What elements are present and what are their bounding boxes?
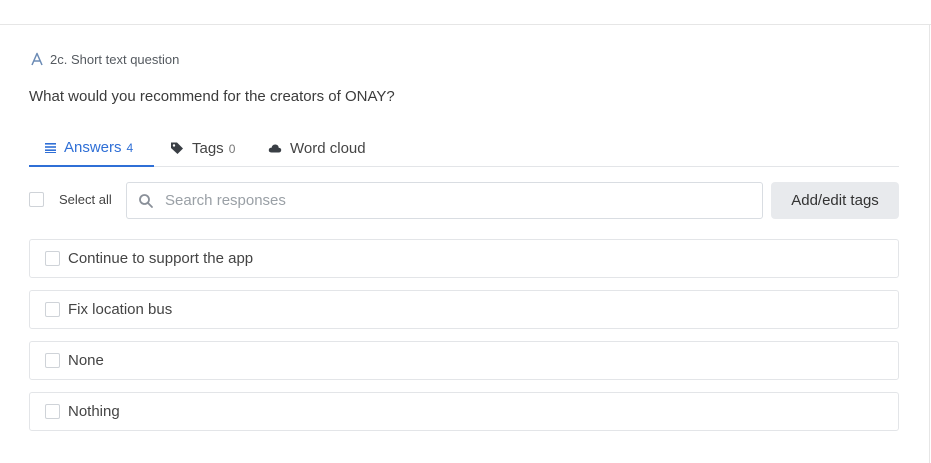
right-divider (929, 25, 930, 463)
search-box (126, 182, 763, 219)
list-item[interactable]: Continue to support the app (29, 239, 899, 278)
tab-word-cloud-label: Word cloud (290, 139, 366, 157)
answer-checkbox[interactable] (45, 404, 60, 419)
tab-answers-label: Answers (64, 138, 122, 156)
tab-answers[interactable]: Answers 4 (29, 129, 154, 167)
text-a-icon (30, 52, 44, 66)
answer-checkbox[interactable] (45, 302, 60, 317)
select-all-label: Select all (59, 192, 112, 207)
answer-text: Nothing (68, 403, 120, 420)
list-item[interactable]: None (29, 341, 899, 380)
tab-word-cloud[interactable]: Word cloud (268, 129, 366, 167)
select-all-checkbox[interactable] (29, 192, 44, 207)
add-edit-tags-button[interactable]: Add/edit tags (771, 182, 899, 219)
tab-tags-label: Tags (192, 139, 224, 157)
question-type: 2c. Short text question (30, 50, 179, 68)
top-divider (0, 24, 931, 25)
list-item[interactable]: Nothing (29, 392, 899, 431)
search-input[interactable] (165, 192, 745, 209)
cloud-icon (268, 144, 282, 153)
answer-text: Continue to support the app (68, 250, 254, 267)
answers-list: Continue to support the app Fix location… (29, 239, 899, 443)
tab-tags[interactable]: Tags 0 (170, 129, 235, 167)
tab-answers-count: 4 (126, 141, 134, 155)
tab-tags-count: 0 (228, 142, 236, 156)
tag-icon (171, 142, 183, 154)
select-all[interactable]: Select all (29, 192, 112, 207)
answer-text: None (68, 352, 104, 369)
survey-question-panel: 2c. Short text question What would you r… (0, 0, 931, 463)
response-tabs: Answers 4 Tags 0 Word cloud (29, 129, 899, 167)
answer-checkbox[interactable] (45, 251, 60, 266)
answer-text: Fix location bus (68, 301, 173, 318)
question-type-label: 2c. Short text question (50, 51, 180, 67)
question-text: What would you recommend for the creator… (29, 88, 395, 105)
answer-checkbox[interactable] (45, 353, 60, 368)
list-icon (45, 142, 56, 153)
list-item[interactable]: Fix location bus (29, 290, 899, 329)
search-icon (139, 193, 153, 208)
